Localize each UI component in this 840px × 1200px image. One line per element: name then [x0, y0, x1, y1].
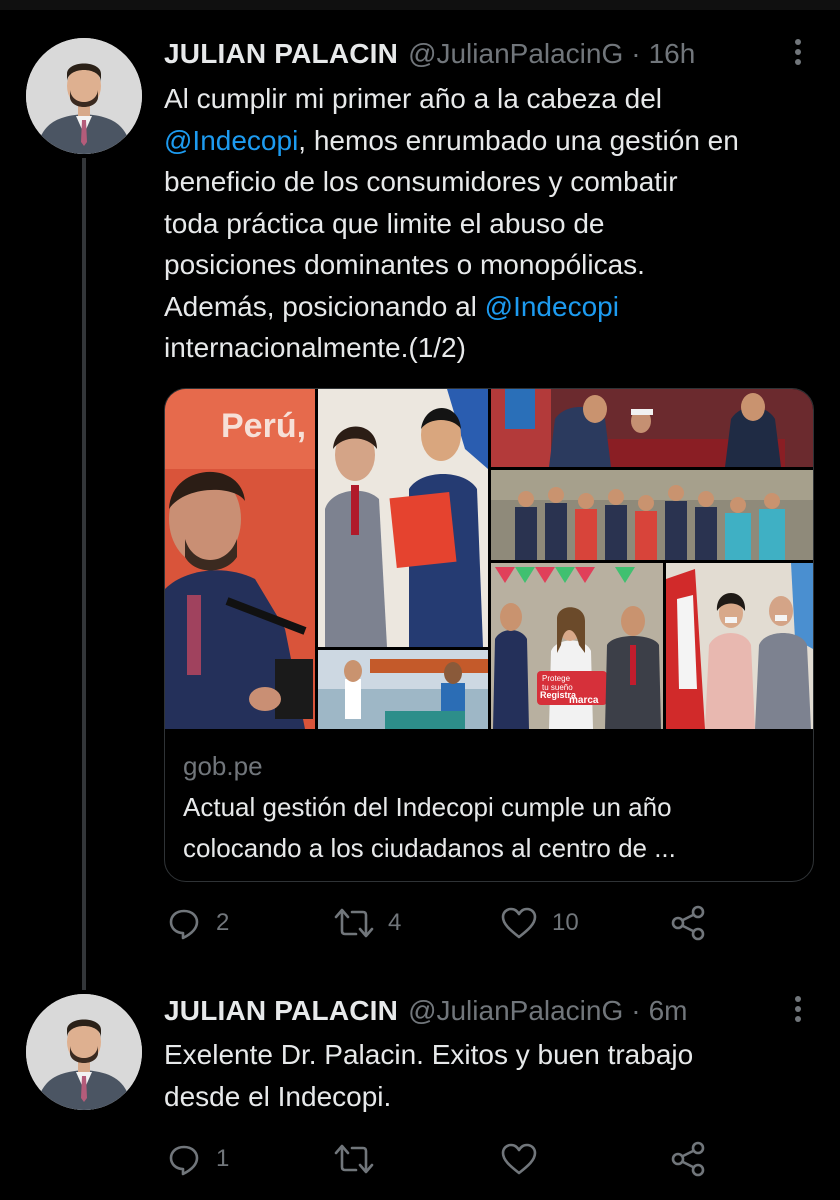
retweet-icon [334, 1144, 374, 1174]
tweet-text-segment: internacionalmente.(1/2) [164, 332, 466, 363]
tweet-header: JULIAN PALACIN @JulianPalacinG · 6m [164, 993, 688, 1029]
tweet-text: Al cumplir mi primer año a la cabeza del… [164, 78, 814, 369]
thread-connector-line [82, 158, 86, 990]
tweet-actions: 1 [164, 1139, 724, 1179]
retweet-button[interactable]: 4 [334, 903, 401, 943]
card-domain: gob.pe [183, 751, 263, 781]
reply-count: 1 [216, 1145, 230, 1172]
author-handle[interactable]: @JulianPalacinG [408, 995, 623, 1027]
mention-link[interactable]: @Indecopi [485, 291, 619, 322]
avatar[interactable] [26, 994, 142, 1110]
tweet-text-line: beneficio de los consumidores y combatir [164, 161, 814, 203]
separator-dot: · [631, 38, 641, 69]
tweet-text-line: toda práctica que limite el abuso de [164, 203, 814, 245]
link-preview-card[interactable]: Perú, Protege tu sueño Registra marca go… [164, 388, 814, 882]
more-options-icon[interactable] [786, 36, 810, 72]
tweet-actions: 2 4 10 [164, 903, 724, 943]
retweet-button[interactable] [334, 1139, 388, 1179]
tweet-text-segment: Además, posicionando al [164, 290, 485, 322]
share-button[interactable] [669, 903, 707, 943]
tweet-text-segment: , hemos enrumbado una gestión en [298, 124, 739, 156]
reply-icon [169, 909, 199, 940]
author-name[interactable]: JULIAN PALACIN [164, 38, 398, 70]
tweet-header: JULIAN PALACIN @JulianPalacinG · 16h [164, 36, 695, 72]
tweet-text-line: @Indecopi, hemos enrumbado una gestión e… [164, 120, 814, 162]
tweet-text-segment: Exelente Dr. Palacin. Exitos y buen trab… [164, 1039, 694, 1070]
retweet-icon [334, 908, 374, 938]
card-title: Actual gestión del Indecopi cumple un añ… [183, 792, 676, 863]
tweet-text-segment: toda práctica que limite el abuso de [164, 207, 605, 239]
like-icon [501, 1143, 537, 1175]
like-button[interactable] [500, 1139, 552, 1179]
share-button[interactable] [669, 1139, 707, 1179]
tweet-text-segment: Al cumplir mi primer año a la cabeza del [164, 83, 662, 114]
tweet-text-line: Al cumplir mi primer año a la cabeza del [164, 78, 814, 120]
timestamp[interactable]: 6m [649, 995, 688, 1027]
top-divider [0, 0, 840, 10]
like-count: 10 [552, 909, 579, 936]
retweet-count: 4 [388, 909, 402, 936]
reply-button[interactable]: 2 [166, 903, 229, 943]
like-button[interactable]: 10 [500, 903, 579, 943]
sign-line-4: marca [569, 695, 599, 706]
reply-count: 2 [216, 909, 230, 936]
share-icon [671, 905, 705, 941]
tweet-text-line: internacionalmente.(1/2) [164, 327, 814, 369]
tweet-text-segment: beneficio de los consumidores y combatir [164, 166, 678, 197]
tweet-text-line: desde el Indecopi. [164, 1076, 814, 1118]
tweet-text-segment: posiciones dominantes o monopólicas. [164, 249, 645, 280]
tweet-text-line: Además, posicionando al @Indecopi [164, 286, 814, 328]
banner-text: Perú, [221, 407, 306, 445]
avatar[interactable] [26, 38, 142, 154]
author-handle[interactable]: @JulianPalacinG [408, 38, 623, 70]
card-image-collage: Perú, Protege tu sueño Registra marca [165, 389, 813, 729]
tweet-text-segment: desde el Indecopi. [164, 1080, 392, 1112]
tweet-text: Exelente Dr. Palacin. Exitos y buen trab… [164, 1034, 814, 1117]
reply-icon [169, 1145, 199, 1176]
like-icon [501, 907, 537, 939]
share-icon [671, 1141, 705, 1177]
tweet-text-line: posiciones dominantes o monopólicas. [164, 244, 814, 286]
more-options-icon[interactable] [786, 993, 810, 1029]
timestamp[interactable]: 16h [649, 38, 696, 70]
separator-dot: · [631, 995, 641, 1026]
mention-link[interactable]: @Indecopi [164, 125, 298, 156]
author-name[interactable]: JULIAN PALACIN [164, 995, 398, 1027]
sign-line-1: Protege [542, 674, 571, 683]
tweet-text-line: Exelente Dr. Palacin. Exitos y buen trab… [164, 1034, 814, 1076]
reply-button[interactable]: 1 [166, 1139, 229, 1179]
